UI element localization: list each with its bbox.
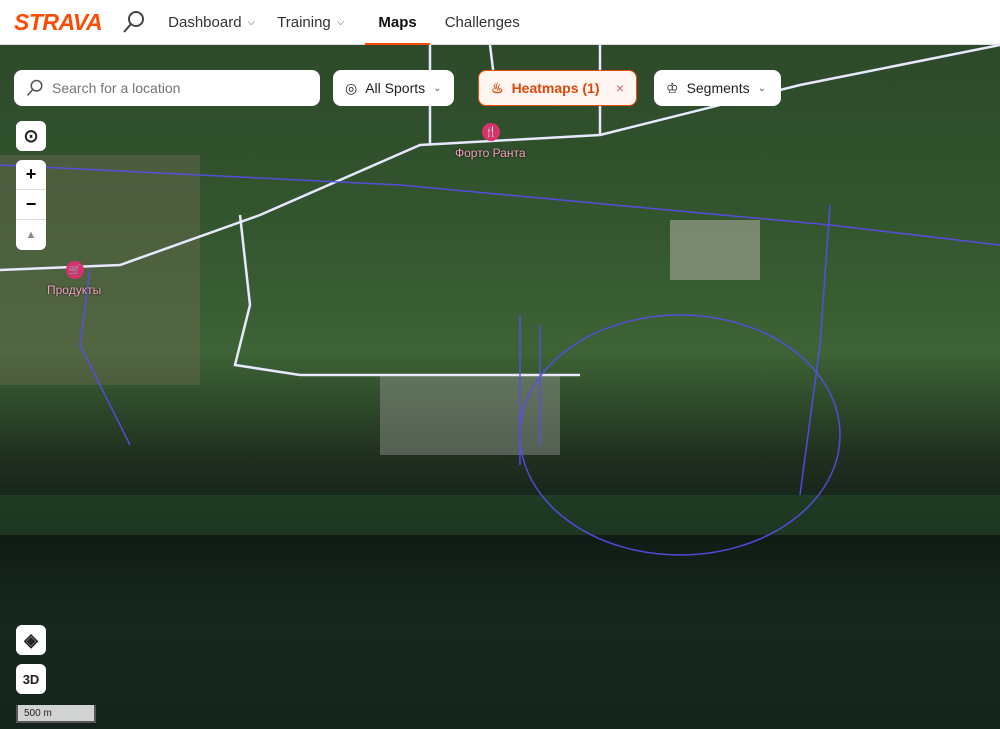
chevron-down-icon: ⌄ — [757, 82, 766, 94]
zoom-controls: + − ▲ — [16, 160, 46, 250]
nav-dashboard[interactable]: Dashboard ⌵ — [168, 0, 255, 45]
locate-icon: ⊙ — [23, 125, 39, 146]
top-nav: STRAVA Dashboard ⌵ Training ⌵ Maps Challen… — [0, 0, 1000, 45]
locate-button[interactable]: ⊙ — [16, 121, 46, 151]
chevron-down-icon: ⌵ — [247, 16, 256, 28]
nav-challenges[interactable]: Challenges — [445, 0, 520, 45]
nav-label: Challenges — [444, 13, 520, 31]
chevron-down-icon: ⌵ — [336, 16, 345, 28]
layers-button[interactable]: ◈ — [16, 625, 46, 655]
poi-label[interactable]: Форто Ранта — [455, 146, 526, 160]
strava-logo[interactable]: STRAVA — [14, 9, 103, 36]
nav-label: Training — [277, 13, 331, 31]
nav-maps[interactable]: Maps — [365, 0, 431, 45]
heatmap-icon: ♨ — [491, 79, 504, 96]
chevron-down-icon: ⌄ — [433, 82, 442, 94]
crown-icon: ♔ — [666, 79, 679, 96]
segments-filter[interactable]: ♔ Segments ⌄ — [654, 70, 781, 106]
heatmaps-filter[interactable]: ♨ Heatmaps (1) × — [478, 70, 637, 106]
shop-icon[interactable]: 🛒 — [66, 261, 84, 279]
sports-label: All Sports — [365, 80, 426, 96]
sports-icon: ◎ — [345, 79, 358, 96]
location-search[interactable] — [14, 70, 320, 106]
zoom-out-button[interactable]: − — [16, 190, 46, 220]
zoom-in-button[interactable]: + — [16, 160, 46, 190]
sports-filter[interactable]: ◎ All Sports ⌄ — [333, 70, 454, 106]
3d-button[interactable]: 3D — [16, 664, 46, 694]
layers-icon: ◈ — [24, 629, 38, 650]
segments-label: Segments — [686, 80, 750, 96]
poi-label[interactable]: Продукты — [47, 283, 101, 297]
scale-bar: 500 m — [16, 705, 96, 723]
restaurant-icon[interactable]: 🍴 — [482, 123, 500, 141]
search-icon[interactable] — [122, 10, 146, 34]
close-icon[interactable]: × — [616, 80, 624, 96]
heatmaps-label: Heatmaps (1) — [511, 80, 600, 96]
nav-training[interactable]: Training ⌵ — [277, 0, 344, 45]
search-input[interactable] — [52, 80, 302, 96]
nav-label: Maps — [378, 13, 417, 31]
compass-button[interactable]: ▲ — [16, 220, 46, 250]
nav-label: Dashboard — [168, 13, 242, 31]
search-icon — [26, 79, 43, 96]
